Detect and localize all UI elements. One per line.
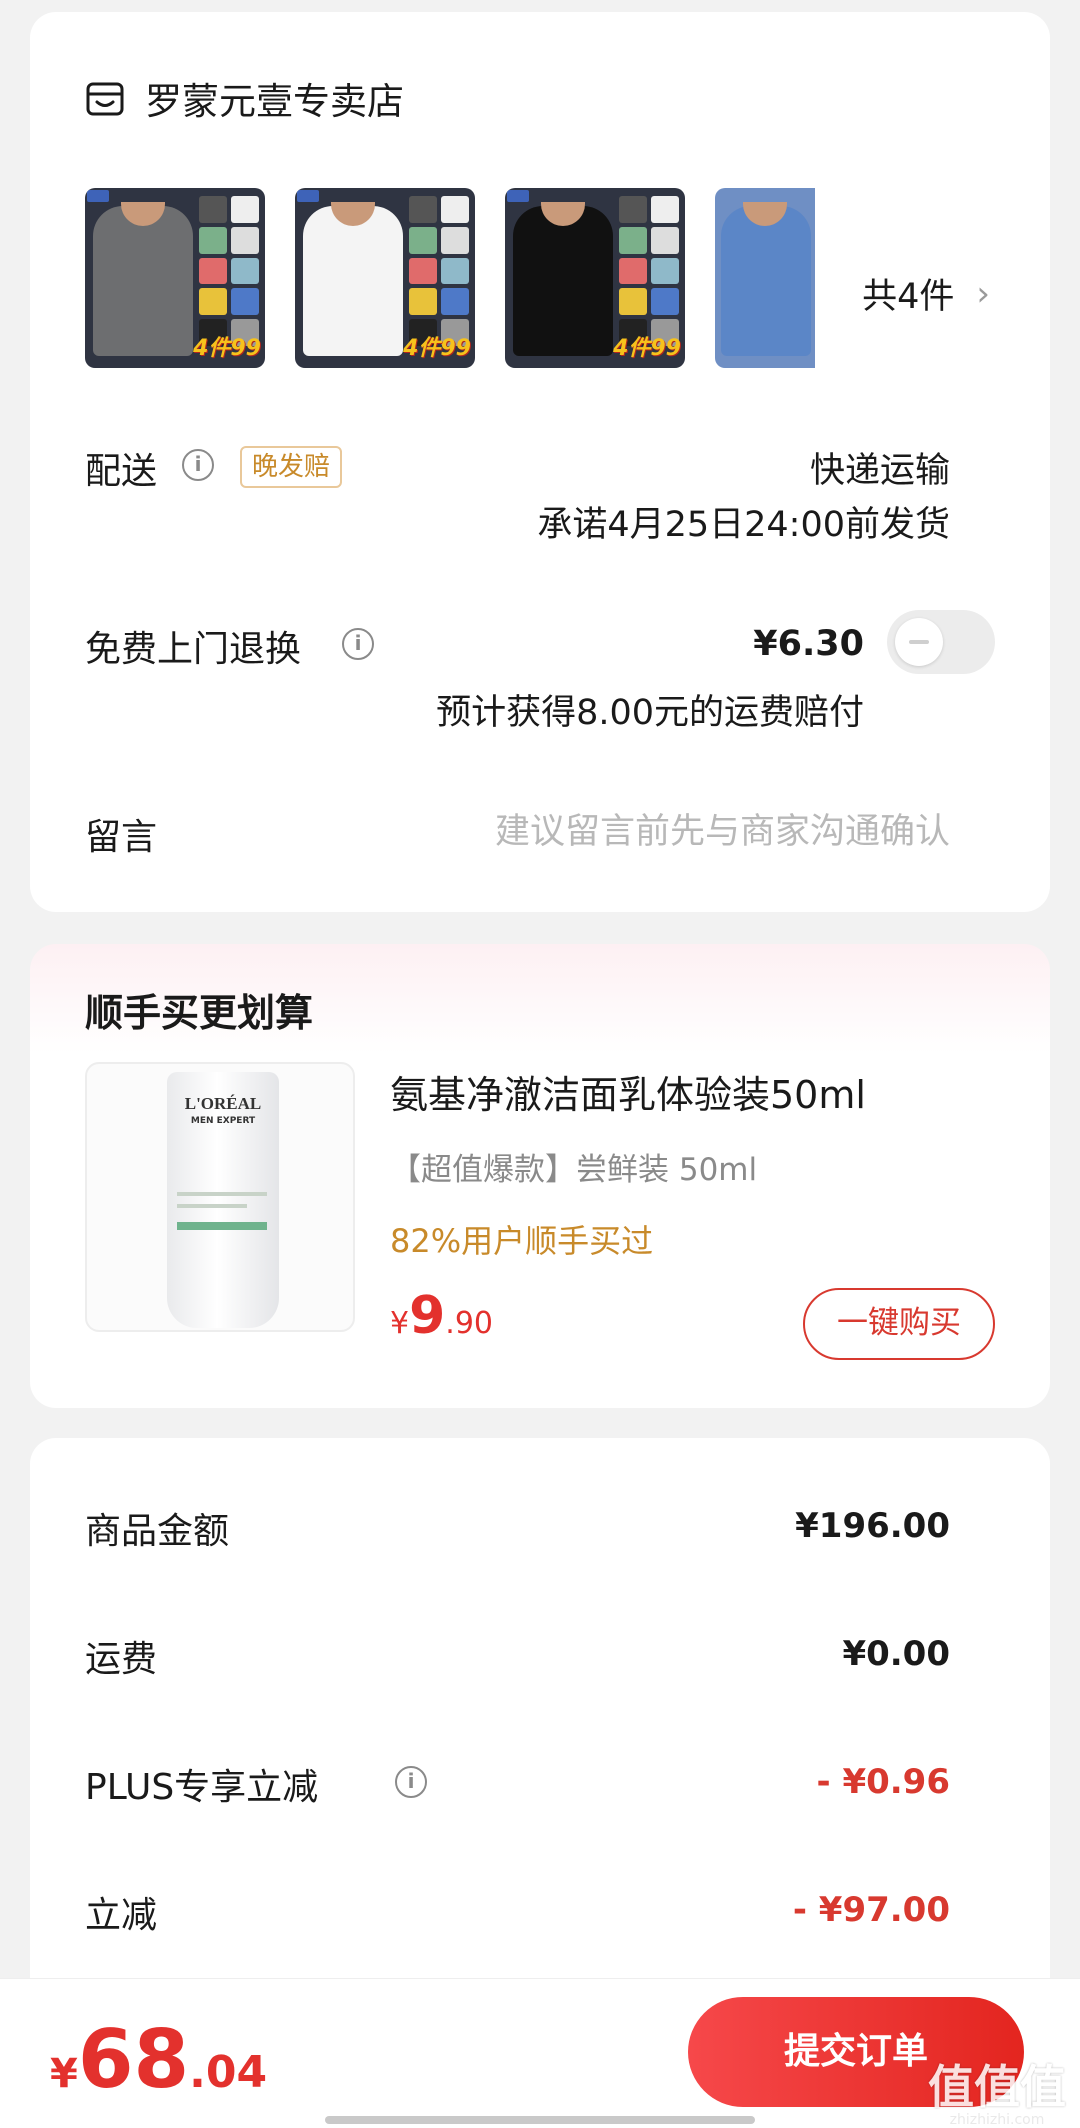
summary-value: ¥196.00 [795, 1506, 950, 1546]
chevron-right-icon: › [976, 273, 990, 314]
brand-tag [297, 190, 319, 202]
shirt-image [513, 206, 613, 356]
late-delivery-badge: 晚发赔 [240, 446, 343, 488]
shirt-image [721, 206, 811, 356]
summary-label: 运费 [85, 1639, 158, 1680]
color-swatch-grid [619, 196, 679, 346]
product-thumbnail[interactable]: 4件99 [295, 188, 475, 368]
store-icon [86, 82, 124, 116]
summary-value: ¥0.00 [842, 1634, 950, 1674]
product-thumbnails[interactable]: 4件99 4件99 4件99 [85, 188, 845, 368]
promo-badge: 4件99 [403, 336, 471, 361]
return-service-toggle[interactable] [887, 610, 995, 674]
delivery-label: 配送 [85, 451, 158, 492]
shirt-image [93, 206, 193, 356]
addon-price: ¥9.90 [390, 1286, 493, 1346]
addon-product-name[interactable]: 氨基净澈洁面乳体验装50ml [390, 1064, 866, 1119]
summary-row: 运费 ¥0.00 [85, 1630, 950, 1680]
summary-value: - ¥0.96 [816, 1762, 951, 1802]
shirt-image [303, 206, 403, 356]
delivery-promise: 承诺4月25日24:00前发货 [537, 505, 950, 545]
product-thumbnail[interactable]: 4件99 [85, 188, 265, 368]
addon-card: 顺手买更划算 L'ORÉAL MEN EXPERT 氨基净澈洁面乳体验装50ml… [30, 944, 1050, 1408]
order-card: 罗蒙元壹专卖店 4件99 4件99 4件99 共4件 › 配送 i 晚发赔 快递… [30, 12, 1050, 912]
return-service-price: ¥6.30 [753, 624, 864, 664]
item-count: 共4件 [862, 277, 955, 317]
item-count-link[interactable]: 共4件 › [862, 268, 990, 319]
message-label: 留言 [85, 817, 158, 858]
tube-sub: MEN EXPERT [190, 1116, 256, 1126]
home-indicator[interactable] [325, 2116, 755, 2124]
info-icon[interactable]: i [342, 628, 374, 660]
cleanser-tube: L'ORÉAL MEN EXPERT [167, 1072, 279, 1328]
product-thumbnail[interactable]: 4件99 [505, 188, 685, 368]
info-icon[interactable]: i [395, 1766, 427, 1798]
summary-row: 商品金额 ¥196.00 [85, 1502, 950, 1552]
watermark: 值值值 zhizhizhi.com [928, 2060, 1066, 2128]
summary-row: PLUS专享立减 i - ¥0.96 [85, 1758, 950, 1808]
addon-purchase-rate: 82%用户顺手买过 [390, 1222, 654, 1260]
delivery-method: 快递运输 [809, 451, 950, 491]
message-input[interactable] [390, 812, 950, 852]
store-name: 罗蒙元壹专卖店 [145, 80, 404, 123]
addon-section-title: 顺手买更划算 [85, 991, 314, 1035]
checkout-bar: ¥68.04 提交订单 [0, 1978, 1080, 2128]
addon-product-image[interactable]: L'ORÉAL MEN EXPERT [85, 1062, 355, 1332]
return-service-label: 免费上门退换 [85, 629, 302, 670]
total-price: ¥68.04 [50, 2013, 268, 2106]
one-click-buy-button[interactable]: 一键购买 [803, 1288, 995, 1360]
addon-product-desc: 【超值爆款】尝鲜装 50ml [390, 1152, 758, 1188]
summary-label: 商品金额 [85, 1511, 230, 1552]
tube-brand: L'ORÉAL [184, 1094, 262, 1113]
toggle-icon [895, 618, 943, 666]
brand-tag [87, 190, 109, 202]
product-thumbnail[interactable] [715, 188, 815, 368]
color-swatch-grid [199, 196, 259, 346]
summary-row: 立减 - ¥97.00 [85, 1886, 950, 1936]
color-swatch-grid [409, 196, 469, 346]
store-header[interactable]: 罗蒙元壹专卖店 [85, 74, 404, 123]
info-icon[interactable]: i [182, 449, 214, 481]
summary-value: - ¥97.00 [792, 1890, 950, 1930]
promo-badge: 4件99 [193, 336, 261, 361]
return-service-note: 预计获得8.00元的运费赔付 [436, 693, 864, 733]
brand-tag [507, 190, 529, 202]
summary-label: PLUS专享立减 [85, 1767, 319, 1808]
promo-badge: 4件99 [613, 336, 681, 361]
summary-label: 立减 [85, 1895, 158, 1936]
